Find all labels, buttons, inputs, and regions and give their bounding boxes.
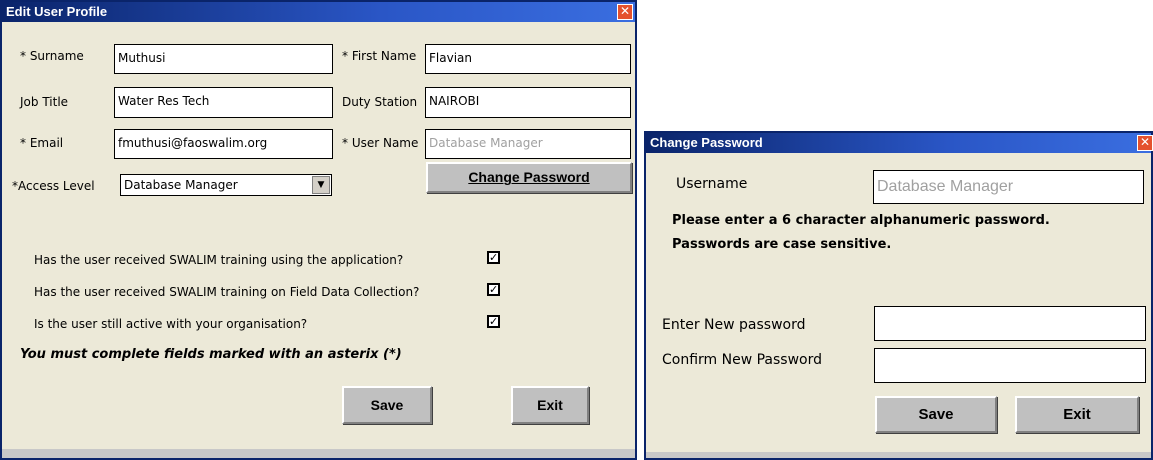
- email-field[interactable]: fmuthusi@faoswalim.org: [114, 129, 333, 159]
- checkmark-icon[interactable]: ✓: [487, 315, 500, 328]
- chevron-down-icon[interactable]: ▼: [312, 176, 330, 194]
- surname-field[interactable]: Muthusi: [114, 44, 333, 74]
- window-title: Change Password: [650, 135, 763, 150]
- change-password-button[interactable]: Change Password: [426, 162, 632, 193]
- window-title: Edit User Profile: [6, 4, 108, 19]
- access-level-label: *Access Level: [12, 179, 95, 193]
- exit-button[interactable]: Exit: [511, 386, 589, 424]
- question-still-active: Is the user still active with your organ…: [34, 317, 308, 331]
- change-password-window: Change Password ✕ Username Database Mana…: [644, 131, 1153, 460]
- edit-user-profile-window: Edit User Profile ✕ * Surname Muthusi * …: [0, 0, 637, 460]
- status-bar: [646, 452, 1151, 458]
- username-field[interactable]: Database Manager: [873, 170, 1144, 204]
- checkmark-icon[interactable]: ✓: [487, 251, 500, 264]
- username-label: Username: [676, 176, 748, 192]
- first-name-label: * First Name: [342, 49, 417, 63]
- save-button[interactable]: Save: [342, 386, 432, 424]
- job-title-label: Job Title: [20, 95, 69, 109]
- confirm-password-field[interactable]: [874, 348, 1146, 383]
- email-label: * Email: [20, 136, 64, 150]
- edit-user-profile-titlebar[interactable]: Edit User Profile ✕: [2, 2, 635, 22]
- surname-label: * Surname: [20, 49, 84, 63]
- password-instruction-line1: Please enter a 6 character alphanumeric …: [672, 213, 1050, 228]
- user-name-label: * User Name: [342, 136, 419, 150]
- change-password-label: Change Password: [468, 169, 590, 185]
- first-name-field[interactable]: Flavian: [425, 44, 631, 74]
- question-training-field-data: Has the user received SWALIM training on…: [34, 285, 420, 299]
- job-title-field[interactable]: Water Res Tech: [114, 87, 333, 118]
- checkmark-icon[interactable]: ✓: [487, 283, 500, 296]
- exit-label: Exit: [537, 397, 563, 413]
- status-bar: [2, 449, 635, 458]
- access-level-value: Database Manager: [124, 178, 238, 192]
- duty-station-label: Duty Station: [342, 95, 418, 109]
- save-label: Save: [918, 406, 954, 423]
- change-password-titlebar[interactable]: Change Password ✕: [646, 133, 1153, 153]
- confirm-password-label: Confirm New Password: [662, 352, 823, 368]
- new-password-field[interactable]: [874, 306, 1146, 341]
- new-password-label: Enter New password: [662, 317, 806, 333]
- question-training-application: Has the user received SWALIM training us…: [34, 253, 404, 267]
- save-label: Save: [370, 397, 404, 413]
- user-name-field[interactable]: Database Manager: [425, 129, 631, 159]
- exit-label: Exit: [1063, 406, 1091, 423]
- access-level-select[interactable]: Database Manager ▼: [120, 174, 332, 196]
- password-instruction-line2: Passwords are case sensitive.: [672, 237, 892, 252]
- close-icon[interactable]: ✕: [1137, 135, 1153, 151]
- save-button[interactable]: Save: [875, 396, 997, 433]
- duty-station-field[interactable]: NAIROBI: [425, 87, 631, 118]
- exit-button[interactable]: Exit: [1015, 396, 1139, 433]
- required-fields-note: You must complete fields marked with an …: [20, 347, 402, 362]
- close-icon[interactable]: ✕: [617, 4, 633, 20]
